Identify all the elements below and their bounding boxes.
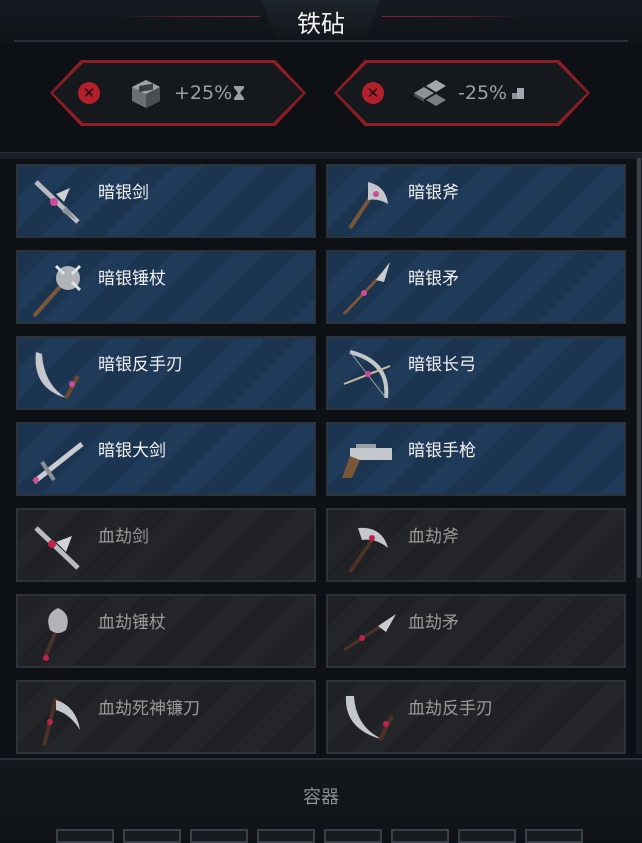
scrollbar-thumb[interactable] [637,158,641,578]
axe-icon [348,182,388,230]
weapon-card[interactable]: 暗银大剑 [16,422,316,496]
weapon-name: 暗银大剑 [98,441,166,461]
weapon-name: 血劫剑 [98,527,149,547]
weapon-card[interactable]: 暗银手枪 [326,422,626,496]
weapon-name: 暗银手枪 [408,441,476,461]
cancel-x-icon[interactable]: ✕ [78,82,100,104]
longbow-icon [343,350,391,399]
stone-block-icon [132,80,160,108]
weapon-card[interactable]: 暗银剑 [16,164,316,238]
weapon-card[interactable]: 血劫矛 [326,594,626,668]
header-bar: 铁砧 [0,0,642,44]
modifier-time[interactable]: ✕ +25% [50,60,306,126]
reverse-blade-icon [345,696,394,741]
reverse-blade-icon [35,352,80,399]
weapon-name: 暗银矛 [408,269,459,289]
container-slot[interactable] [324,829,382,843]
weapon-name: 血劫锤杖 [98,613,166,633]
scythe-icon [42,697,80,747]
cancel-x-icon[interactable]: ✕ [362,82,384,104]
weapon-card[interactable]: 血劫斧 [326,508,626,582]
weapon-card[interactable]: 暗银反手刃 [16,336,316,410]
weapon-card[interactable]: 暗银长弓 [326,336,626,410]
mace-icon [32,264,82,318]
list-frame-top [0,152,642,159]
list-scrollbar[interactable] [636,158,642,754]
weapon-name: 血劫反手刃 [408,699,493,719]
weapon-card[interactable]: 血劫反手刃 [326,680,626,754]
stone-tiles-icon [414,80,446,106]
weapon-name: 暗银长弓 [408,355,476,375]
sword-icon [34,526,80,570]
sword-icon [34,180,80,224]
container-slot[interactable] [123,829,181,843]
weapon-card[interactable]: 血劫锤杖 [16,594,316,668]
weapon-name: 血劫斧 [408,527,459,547]
weapon-name: 暗银斧 [408,183,459,203]
container-slot[interactable] [525,829,583,843]
weapon-card[interactable]: 血劫死神镰刀 [16,680,316,754]
spear-icon [342,262,390,316]
container-slot[interactable] [391,829,449,843]
header-divider [14,40,628,42]
container-slot[interactable] [56,829,114,843]
pistol-icon [342,444,392,478]
weapon-name: 血劫死神镰刀 [98,699,200,719]
hourglass-icon [234,86,244,100]
weapon-card[interactable]: 暗银矛 [326,250,626,324]
modifier-value: -25% [458,82,508,104]
mace-icon [42,608,68,661]
weapon-name: 暗银锤杖 [98,269,166,289]
greatsword-icon [32,442,84,484]
weapon-name: 暗银剑 [98,183,149,203]
modifier-value: +25% [174,82,233,104]
window-title: 铁砧 [297,10,345,38]
weapon-card[interactable]: 暗银斧 [326,164,626,238]
weapon-name: 血劫矛 [408,613,459,633]
coin-stack-icon [512,88,524,99]
container-slot[interactable] [458,829,516,843]
weapon-card[interactable]: 血劫剑 [16,508,316,582]
axe-icon [348,527,388,574]
container-slot[interactable] [257,829,315,843]
container-slot[interactable] [190,829,248,843]
modifier-cost[interactable]: ✕ -25% [334,60,590,126]
weapon-name: 暗银反手刃 [98,355,183,375]
container-label: 容器 [303,787,339,808]
weapon-card[interactable]: 暗银锤杖 [16,250,316,324]
spear-icon [343,614,396,652]
